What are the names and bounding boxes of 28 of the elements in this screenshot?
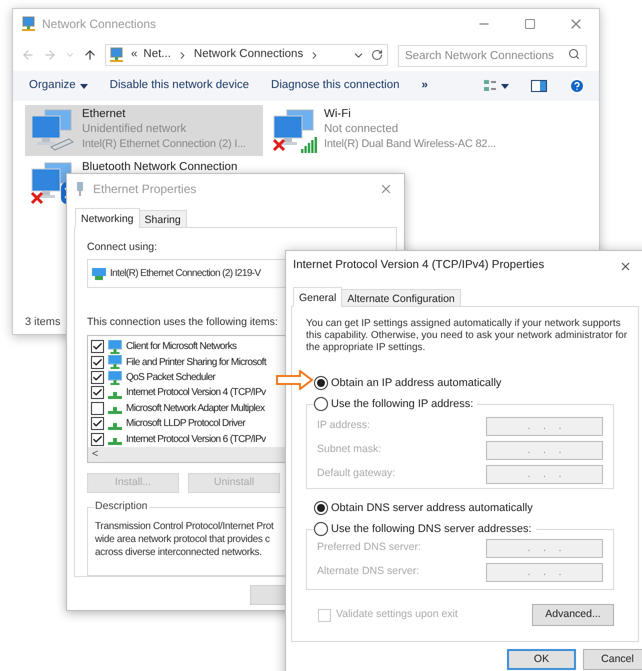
connection-name: Wi-Fi	[324, 107, 352, 122]
status-text: 3 items	[25, 314, 60, 330]
adapter-name: Intel(R) Ethernet Connection (2) I219-V	[110, 267, 261, 281]
radio-label: Use the following IP address:	[331, 396, 474, 412]
field-label: Alternate DNS server:	[317, 564, 420, 580]
connection-status: Unidentified network	[82, 122, 188, 137]
section-label: This connection uses the following items:	[87, 315, 278, 330]
intro-text: You can get IP settings assigned automatically if your network supports this capability. Otherwise, you need to ask your network administrator for the appropriate IP settings.	[306, 318, 628, 354]
radio-label: Obtain an IP address automatically	[331, 376, 502, 391]
window-title: Internet Protocol Version 4 (TCP/IPv4) Properties	[293, 258, 544, 274]
group-label: Description	[94, 500, 149, 513]
description-line: Transmission Control Protocol/Internet Prot	[95, 520, 274, 533]
field-label: Preferred DNS server:	[317, 540, 421, 556]
description-line: across diverse interconnected networks.	[95, 546, 262, 559]
field-label: Default gateway:	[317, 466, 396, 482]
adapter-name: Intel(R) Dual Band Wireless-AC 82...	[324, 137, 496, 152]
connection-status: Not connected	[324, 122, 400, 137]
adapter-name: Intel(R) Ethernet Connection (2) I...	[82, 137, 246, 152]
checkbox-label: Validate settings upon exit	[336, 607, 458, 622]
connection-name: Ethernet	[82, 107, 126, 122]
connection-name: Bluetooth Network Connection	[82, 160, 238, 175]
radio-label: Obtain DNS server address automatically	[331, 500, 533, 516]
section-label: Connect using:	[87, 240, 158, 255]
window-title: Network Connections	[42, 16, 156, 33]
radio-label: Use the following DNS server addresses:	[331, 522, 532, 537]
description-line: wide area network protocol that provides c	[95, 533, 270, 546]
window-title: Ethernet Properties	[93, 181, 196, 198]
field-label: IP address:	[317, 418, 370, 434]
